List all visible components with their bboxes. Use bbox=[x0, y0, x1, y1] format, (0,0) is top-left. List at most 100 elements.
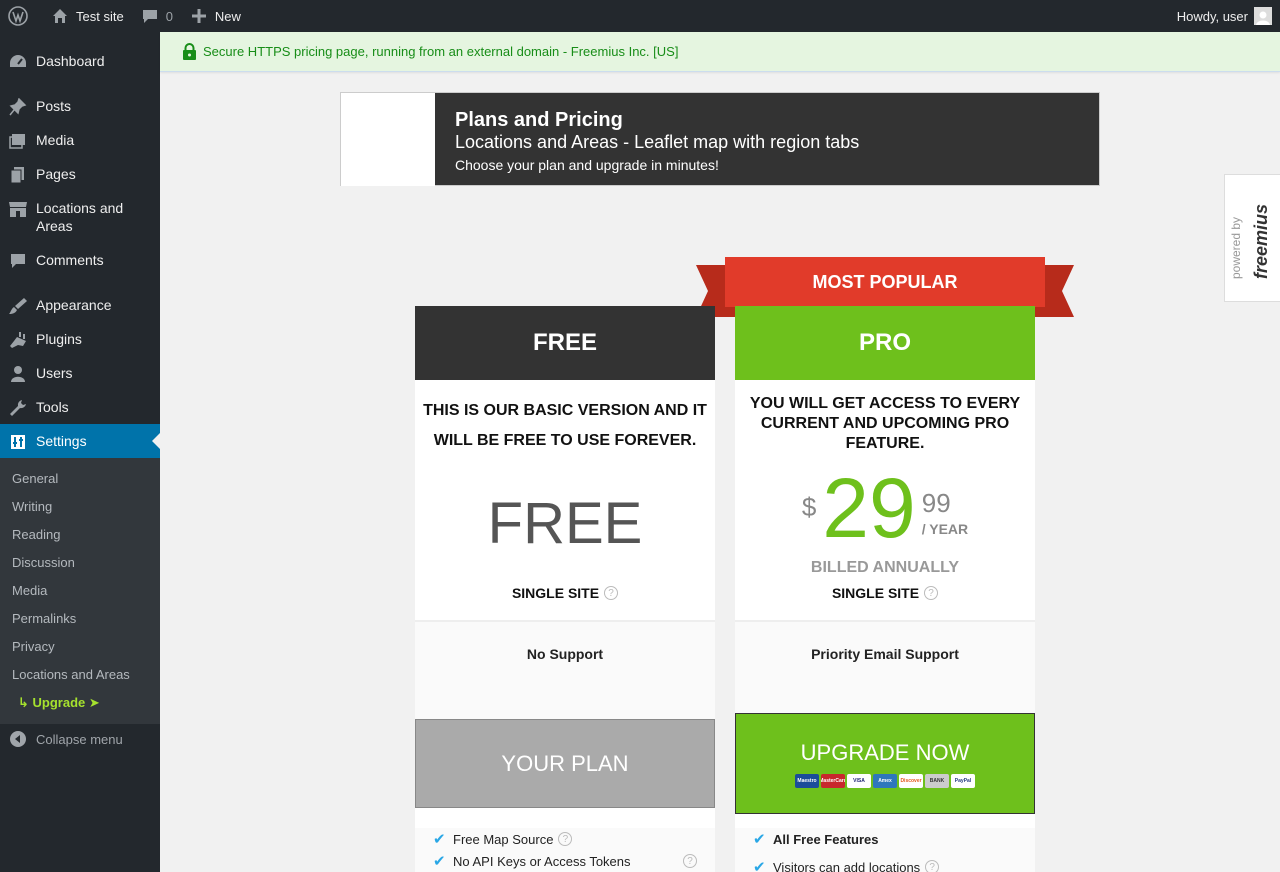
collapse-menu-button[interactable]: Collapse menu bbox=[0, 730, 160, 748]
plug-icon bbox=[0, 330, 36, 349]
freemius-logo: freemius bbox=[1251, 203, 1271, 279]
sidebar-item-plugins[interactable]: Plugins bbox=[0, 330, 160, 349]
pin-icon bbox=[0, 97, 36, 116]
price-period: / YEAR bbox=[921, 521, 969, 537]
submenu-item-general[interactable]: General bbox=[12, 471, 58, 486]
plan-card-free: FREE THIS IS OUR BASIC VERSION AND IT WI… bbox=[415, 306, 715, 872]
notice-text: Secure HTTPS pricing page, running from … bbox=[203, 44, 679, 59]
admin-sidebar: Dashboard Posts Media Pages Locations an… bbox=[0, 32, 160, 872]
new-label: New bbox=[214, 8, 241, 24]
check-icon: ✔ bbox=[433, 853, 446, 870]
sidebar-item-media[interactable]: Media bbox=[0, 131, 160, 150]
help-icon[interactable]: ? bbox=[925, 860, 940, 872]
sidebar-item-label: Settings bbox=[36, 433, 87, 449]
sidebar-item-locations-and-areas[interactable]: Locations and Areas bbox=[0, 199, 160, 235]
license-label: SINGLE SITE bbox=[831, 585, 920, 601]
support-label: Priority Email Support bbox=[811, 646, 959, 662]
help-icon[interactable]: ? bbox=[558, 832, 573, 846]
greeting: Howdy, user bbox=[1176, 8, 1248, 24]
your-plan-button[interactable]: YOUR PLAN bbox=[415, 719, 715, 808]
mastercard-icon: MasterCard bbox=[821, 773, 845, 788]
page-title: Plans and Pricing bbox=[455, 109, 623, 131]
sidebar-item-tools[interactable]: Tools bbox=[0, 398, 160, 417]
submenu-item-upgrade[interactable]: ↳ Upgrade ➤ bbox=[18, 695, 100, 711]
new-content-button[interactable]: New bbox=[181, 0, 249, 32]
submenu-item-privacy[interactable]: Privacy bbox=[12, 639, 55, 654]
submenu-item-locations-and-areas[interactable]: Locations and Areas bbox=[12, 667, 130, 682]
sidebar-item-label: Locations and Areas bbox=[36, 200, 124, 234]
amex-card-icon: Amex bbox=[873, 773, 897, 788]
submenu-item-permalinks[interactable]: Permalinks bbox=[12, 611, 76, 626]
powered-by-label: powered by bbox=[1229, 216, 1243, 279]
license-row: SINGLE SITE ? bbox=[415, 585, 715, 601]
sidebar-item-pages[interactable]: Pages bbox=[0, 165, 160, 184]
settings-icon bbox=[0, 432, 36, 451]
wordpress-icon bbox=[8, 6, 28, 26]
feature-label: All Free Features bbox=[773, 832, 879, 847]
site-name: Test site bbox=[76, 8, 124, 24]
check-icon: ✔ bbox=[433, 831, 446, 848]
sidebar-item-label: Pages bbox=[36, 166, 76, 182]
plan-card-pro: PRO YOU WILL GET ACCESS TO EVERY CURRENT… bbox=[735, 306, 1035, 872]
upgrade-now-button[interactable]: UPGRADE NOW Maestro MasterCard VISA Amex… bbox=[735, 713, 1035, 814]
sidebar-item-settings[interactable]: Settings bbox=[0, 424, 160, 458]
feature-label: Free Map Source bbox=[453, 832, 554, 847]
comments-count: 0 bbox=[165, 8, 173, 24]
sidebar-item-dashboard[interactable]: Dashboard bbox=[0, 52, 160, 71]
feature-item: ✔ Free Map Source ? bbox=[433, 831, 573, 848]
feature-label: No API Keys or Access Tokens bbox=[453, 854, 631, 869]
support-band: No Support bbox=[415, 620, 715, 720]
help-icon[interactable]: ? bbox=[924, 586, 939, 600]
help-icon[interactable]: ? bbox=[604, 586, 619, 600]
bank-transfer-icon: BANK bbox=[925, 773, 949, 788]
submenu-item-media[interactable]: Media bbox=[12, 583, 47, 598]
site-name-link[interactable]: Test site bbox=[42, 0, 132, 32]
feature-item: ✔ All Free Features bbox=[753, 832, 879, 847]
feature-list: ✔ Free Map Source ? ✔ No API Keys or Acc… bbox=[415, 828, 715, 872]
plan-name: FREE bbox=[415, 306, 715, 380]
sidebar-item-label: Media bbox=[36, 132, 75, 148]
submenu-item-discussion[interactable]: Discussion bbox=[12, 555, 75, 570]
sidebar-item-label: Posts bbox=[36, 98, 72, 114]
check-icon: ✔ bbox=[753, 859, 766, 872]
sidebar-item-users[interactable]: Users bbox=[0, 364, 160, 383]
sidebar-item-label: Plugins bbox=[36, 331, 82, 347]
upgrade-label: UPGRADE NOW bbox=[800, 739, 970, 765]
support-band: Priority Email Support bbox=[735, 620, 1035, 720]
avatar bbox=[1254, 7, 1272, 25]
feature-item: ✔ No API Keys or Access Tokens ? bbox=[433, 854, 713, 869]
visa-card-icon: VISA bbox=[847, 773, 871, 788]
wp-logo-button[interactable] bbox=[0, 0, 42, 32]
sidebar-item-label: Tools bbox=[36, 399, 69, 415]
help-icon[interactable]: ? bbox=[683, 854, 697, 868]
home-icon bbox=[50, 6, 70, 26]
sidebar-item-appearance[interactable]: Appearance bbox=[0, 296, 160, 315]
account-menu[interactable]: Howdy, user bbox=[1169, 0, 1280, 32]
feature-label: Visitors can add locations bbox=[773, 860, 921, 872]
sidebar-item-posts[interactable]: Posts bbox=[0, 97, 160, 116]
feature-list: ✔ All Free Features ✔ Visitors can add l… bbox=[735, 828, 1035, 872]
collapse-label: Collapse menu bbox=[36, 731, 123, 747]
support-label: No Support bbox=[526, 646, 604, 662]
sidebar-item-comments[interactable]: Comments bbox=[0, 251, 160, 270]
admin-bar: Test site 0 New Howdy, user bbox=[0, 0, 1280, 32]
plus-icon bbox=[189, 6, 209, 26]
comments-link[interactable]: 0 bbox=[132, 0, 181, 32]
feature-item: ✔ Visitors can add locations ? bbox=[753, 859, 940, 872]
discover-card-icon: Discover bbox=[899, 773, 923, 788]
comment-bubble-icon bbox=[140, 6, 160, 26]
license-label: SINGLE SITE bbox=[511, 585, 600, 601]
powered-by-freemius[interactable]: powered by freemius bbox=[1224, 174, 1280, 302]
submenu-item-reading[interactable]: Reading bbox=[12, 527, 60, 542]
secure-notice: Secure HTTPS pricing page, running from … bbox=[160, 32, 1280, 72]
dashboard-icon bbox=[0, 52, 36, 71]
check-icon: ✔ bbox=[753, 831, 766, 848]
sidebar-item-label: Appearance bbox=[36, 297, 112, 313]
submenu-item-writing[interactable]: Writing bbox=[12, 499, 52, 514]
media-icon bbox=[0, 131, 36, 150]
price-integer: 29 bbox=[822, 461, 916, 555]
comment-icon bbox=[0, 251, 36, 270]
collapse-arrow-icon bbox=[0, 730, 36, 748]
plan-description: THIS IS OUR BASIC VERSION AND IT WILL BE… bbox=[423, 402, 707, 449]
most-popular-ribbon: MOST POPULAR bbox=[725, 257, 1045, 307]
